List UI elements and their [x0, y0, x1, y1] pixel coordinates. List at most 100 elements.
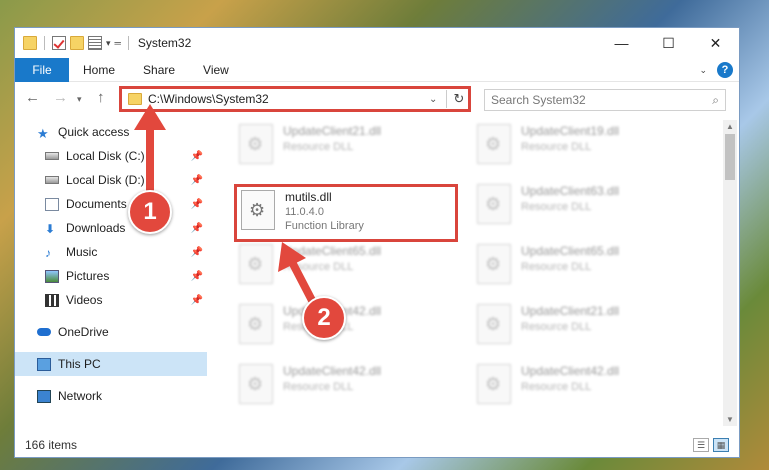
- sidebar-item-videos[interactable]: Videos 📌: [15, 288, 207, 312]
- title-bar: ▾ ═ System32 — ☐ ✕: [15, 28, 739, 58]
- file-type: Resource DLL: [521, 321, 592, 333]
- minimize-button[interactable]: —: [598, 28, 645, 58]
- sidebar-item-this-pc[interactable]: This PC: [15, 352, 207, 376]
- close-button[interactable]: ✕: [692, 28, 739, 58]
- pin-icon: 📌: [190, 150, 203, 162]
- search-input[interactable]: Search System32 ⌕: [484, 89, 726, 111]
- scroll-up-icon[interactable]: ▲: [726, 122, 734, 131]
- sidebar-item-network[interactable]: Network: [15, 384, 207, 408]
- sidebar-item-label: Documents: [66, 197, 127, 211]
- sidebar-item-label: Videos: [66, 293, 103, 307]
- file-type: Resource DLL: [283, 141, 354, 153]
- vertical-scrollbar[interactable]: ▲ ▼: [723, 120, 737, 426]
- properties-check-icon[interactable]: [52, 36, 66, 50]
- ribbon-right: ⌄ ?: [699, 62, 733, 78]
- back-arrow-icon[interactable]: ←: [25, 89, 40, 106]
- file-name: UpdateClient42.dll: [283, 364, 382, 378]
- file-type: Resource DLL: [521, 381, 592, 393]
- new-folder-icon[interactable]: [70, 36, 84, 50]
- pictures-icon: [45, 269, 59, 283]
- sidebar-item-label: Network: [58, 389, 103, 403]
- file-tile[interactable]: UpdateClient65.dll Resource DLL: [477, 244, 697, 294]
- pin-icon: 📌: [190, 198, 203, 210]
- sidebar-item-label: OneDrive: [58, 325, 109, 339]
- scrollbar-thumb[interactable]: [725, 134, 735, 180]
- sidebar-item-pictures[interactable]: Pictures 📌: [15, 264, 207, 288]
- search-icon[interactable]: ⌕: [712, 93, 719, 108]
- properties-icon[interactable]: [88, 36, 102, 50]
- file-type: Resource DLL: [283, 381, 354, 393]
- sidebar-item-quick-access[interactable]: ★ Quick access: [15, 120, 207, 144]
- address-row: ← → ▾ ↑ C:\Windows\System32 ⌄ ↻ Search S…: [15, 83, 739, 115]
- pin-icon: 📌: [190, 246, 203, 258]
- file-type: Resource DLL: [521, 261, 592, 273]
- sidebar-item-local-disk-c[interactable]: Local Disk (C:) 📌: [15, 144, 207, 168]
- search-placeholder: Search System32: [491, 93, 586, 107]
- sidebar-item-label: Pictures: [66, 269, 110, 283]
- file-name: mutils.dll: [285, 190, 332, 204]
- file-tile[interactable]: UpdateClient63.dll Resource DLL: [477, 184, 697, 234]
- status-bar: 166 items ☰ ▦: [15, 432, 739, 457]
- dll-file-icon: [477, 124, 511, 164]
- window-controls: — ☐ ✕: [598, 28, 739, 58]
- maximize-button[interactable]: ☐: [645, 28, 692, 58]
- tab-view[interactable]: View: [189, 63, 243, 77]
- refresh-icon[interactable]: ↻: [450, 91, 468, 107]
- file-name: UpdateClient63.dll: [521, 184, 620, 198]
- help-icon[interactable]: ?: [717, 62, 733, 78]
- recent-locations-icon[interactable]: ▾: [77, 94, 82, 105]
- customize-toolbar-icon[interactable]: ═: [115, 38, 121, 48]
- step-1-badge: 1: [128, 190, 172, 234]
- highlighted-file-mutils[interactable]: mutils.dll 11.0.4.0 Function Library: [234, 184, 458, 242]
- videos-icon: [45, 293, 59, 307]
- file-tile[interactable]: UpdateClient42.dllResource DLL: [477, 364, 697, 414]
- toolbar-divider: [127, 36, 129, 50]
- details-view-icon[interactable]: ☰: [693, 438, 709, 452]
- tab-home[interactable]: Home: [69, 63, 129, 77]
- computer-icon: [37, 357, 51, 371]
- tab-file[interactable]: File: [15, 57, 69, 82]
- explorer-window: ▾ ═ System32 — ☐ ✕ File Home Share View …: [14, 27, 740, 458]
- navigation-pane: ★ Quick access Local Disk (C:) 📌 Local D…: [15, 120, 207, 416]
- view-toggles: ☰ ▦: [693, 438, 729, 452]
- window-title: System32: [137, 36, 192, 50]
- dll-file-icon: [239, 364, 273, 404]
- sidebar-item-music[interactable]: ♪ Music 📌: [15, 240, 207, 264]
- file-tile[interactable]: UpdateClient21.dll Resource DLL: [239, 124, 459, 174]
- downloads-icon: ⬇: [45, 221, 56, 236]
- sidebar-item-downloads[interactable]: ⬇ Downloads 📌: [15, 216, 207, 240]
- file-tile[interactable]: UpdateClient21.dll Resource DLL: [477, 304, 697, 354]
- step-2-badge: 2: [302, 296, 346, 340]
- chevron-down-icon[interactable]: ⌄: [429, 94, 443, 105]
- scroll-down-icon[interactable]: ▼: [726, 415, 734, 424]
- chevron-down-icon[interactable]: ▾: [106, 38, 111, 49]
- file-tile[interactable]: UpdateClient42.dll Resource DLL: [239, 364, 459, 414]
- file-tile[interactable]: UpdateClient42.dllResource DLL: [239, 304, 459, 354]
- address-divider: [446, 90, 447, 108]
- network-icon: [37, 389, 51, 403]
- sidebar-item-onedrive[interactable]: OneDrive: [15, 320, 207, 344]
- file-type: Resource DLL: [283, 261, 354, 273]
- file-name: UpdateClient19.dll: [521, 124, 620, 138]
- address-path[interactable]: C:\Windows\System32: [148, 92, 429, 106]
- quick-access-toolbar: ▾ ═: [15, 36, 132, 50]
- pin-icon: 📌: [190, 174, 203, 186]
- tiles-view-icon[interactable]: ▦: [713, 438, 729, 452]
- expand-ribbon-icon[interactable]: ⌄: [699, 65, 707, 76]
- up-arrow-icon[interactable]: ↑: [97, 89, 105, 106]
- dll-file-icon: [239, 124, 273, 164]
- file-type: Function Library: [285, 220, 364, 232]
- file-tile[interactable]: UpdateClient65.dll Resource DLL: [239, 244, 459, 294]
- pin-icon: 📌: [190, 222, 203, 234]
- file-tile[interactable]: UpdateClient19.dll Resource DLL: [477, 124, 697, 174]
- sidebar-item-documents[interactable]: Documents 📌: [15, 192, 207, 216]
- tab-share[interactable]: Share: [129, 63, 189, 77]
- sidebar-item-local-disk-d[interactable]: Local Disk (D:) 📌: [15, 168, 207, 192]
- file-name: UpdateClient65.dll: [283, 244, 382, 258]
- address-bar[interactable]: C:\Windows\System32 ⌄ ↻: [119, 86, 471, 112]
- forward-arrow-icon[interactable]: →: [53, 89, 68, 106]
- folder-icon: [128, 93, 142, 105]
- disk-icon: [45, 152, 59, 160]
